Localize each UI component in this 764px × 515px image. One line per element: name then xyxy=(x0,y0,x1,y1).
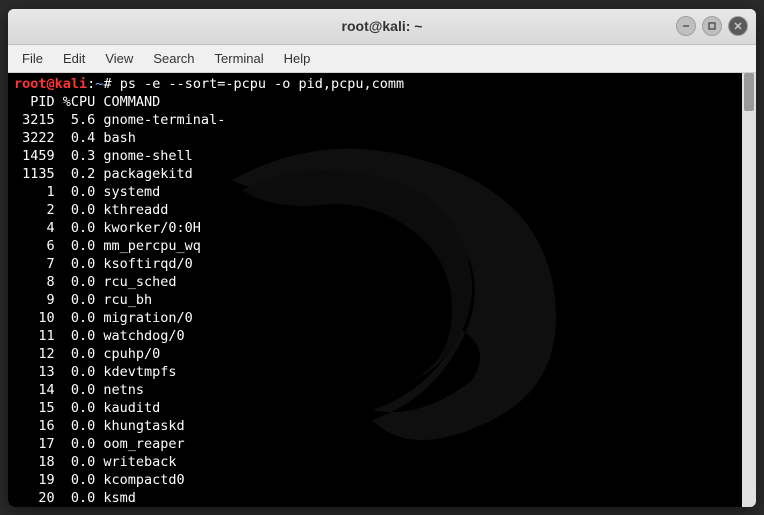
output-row: 12 0.0 cpuhp/0 xyxy=(14,346,160,362)
output-header: PID %CPU COMMAND xyxy=(14,94,160,110)
terminal-output[interactable]: root@kali:~# ps -e --sort=-pcpu -o pid,p… xyxy=(8,73,756,507)
prompt-symbol: # xyxy=(103,76,119,92)
output-row: 17 0.0 oom_reaper xyxy=(14,436,185,452)
output-row: 14 0.0 netns xyxy=(14,382,144,398)
titlebar: root@kali: ~ xyxy=(8,9,756,45)
output-row: 3215 5.6 gnome-terminal- xyxy=(14,112,225,128)
window-title: root@kali: ~ xyxy=(8,18,756,34)
output-row: 1 0.0 systemd xyxy=(14,184,160,200)
menu-search[interactable]: Search xyxy=(145,48,202,69)
output-row: 10 0.0 migration/0 xyxy=(14,310,193,326)
output-row: 11 0.0 watchdog/0 xyxy=(14,328,185,344)
terminal-window: root@kali: ~ File Edit View Search Termi… xyxy=(8,9,756,507)
output-row: 8 0.0 rcu_sched xyxy=(14,274,177,290)
output-row: 20 0.0 ksmd xyxy=(14,490,136,506)
menu-edit[interactable]: Edit xyxy=(55,48,93,69)
menu-view[interactable]: View xyxy=(97,48,141,69)
window-controls xyxy=(676,16,748,36)
output-row: 6 0.0 mm_percpu_wq xyxy=(14,238,201,254)
menu-terminal[interactable]: Terminal xyxy=(207,48,272,69)
output-row: 13 0.0 kdevtmpfs xyxy=(14,364,177,380)
output-row: 16 0.0 khungtaskd xyxy=(14,418,185,434)
output-row: 19 0.0 kcompactd0 xyxy=(14,472,185,488)
output-row: 4 0.0 kworker/0:0H xyxy=(14,220,201,236)
maximize-button[interactable] xyxy=(702,16,722,36)
menubar: File Edit View Search Terminal Help xyxy=(8,45,756,73)
output-row: 3222 0.4 bash xyxy=(14,130,136,146)
close-button[interactable] xyxy=(728,16,748,36)
output-row: 7 0.0 ksoftirqd/0 xyxy=(14,256,193,272)
output-row: 2 0.0 kthreadd xyxy=(14,202,168,218)
command-text: ps -e --sort=-pcpu -o pid,pcpu,comm xyxy=(120,76,404,92)
output-row: 15 0.0 kauditd xyxy=(14,400,160,416)
output-row: 1135 0.2 packagekitd xyxy=(14,166,193,182)
terminal-area[interactable]: root@kali:~# ps -e --sort=-pcpu -o pid,p… xyxy=(8,73,756,507)
output-row: 9 0.0 rcu_bh xyxy=(14,292,152,308)
prompt-user: root@kali xyxy=(14,76,87,92)
output-row: 18 0.0 writeback xyxy=(14,454,177,470)
menu-help[interactable]: Help xyxy=(276,48,319,69)
menu-file[interactable]: File xyxy=(14,48,51,69)
output-row: 1459 0.3 gnome-shell xyxy=(14,148,193,164)
minimize-button[interactable] xyxy=(676,16,696,36)
